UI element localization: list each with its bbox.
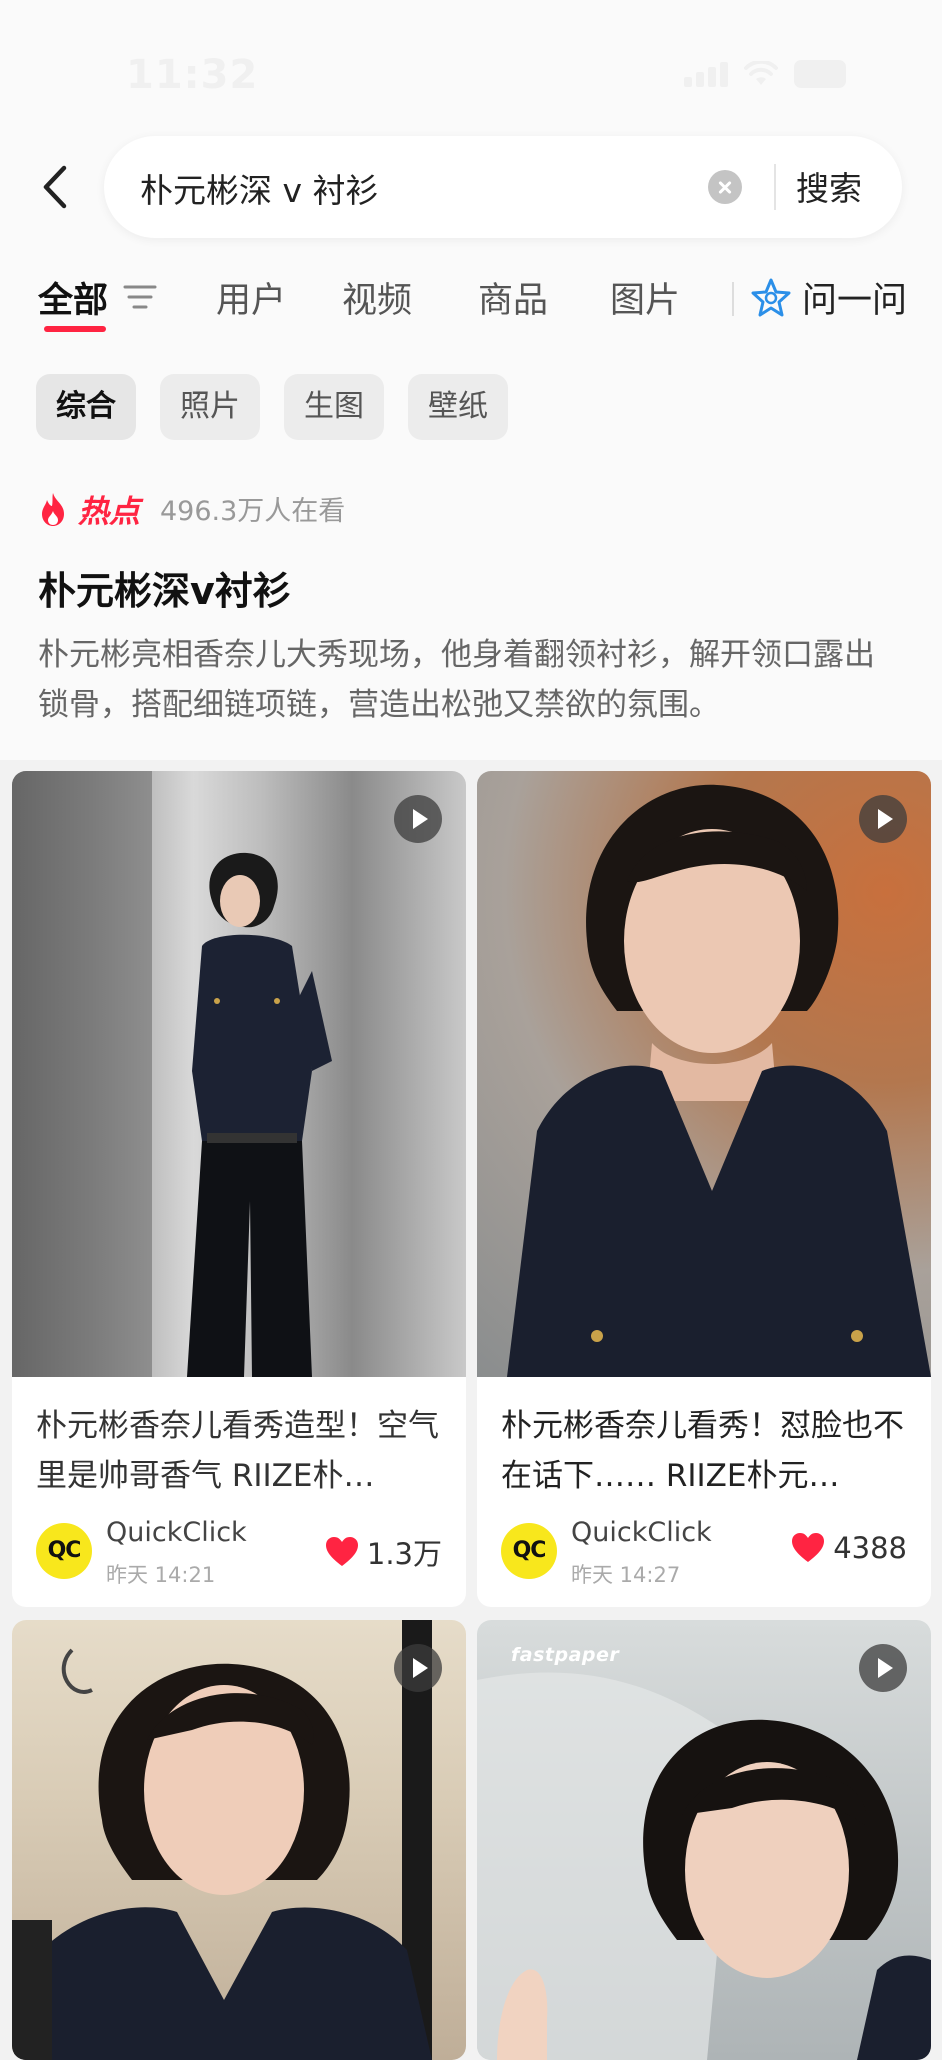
tab-all[interactable]: 全部 xyxy=(38,272,108,323)
card-image xyxy=(12,771,466,1377)
wifi-icon xyxy=(744,61,778,85)
card-image: fastpaper xyxy=(477,1620,931,2060)
heart-icon xyxy=(792,1533,825,1562)
play-icon xyxy=(859,795,907,843)
back-icon[interactable] xyxy=(34,162,78,212)
play-icon xyxy=(859,1644,907,1692)
status-icons xyxy=(684,60,846,88)
author-name[interactable]: QuickClick xyxy=(106,1517,247,1548)
signal-icon xyxy=(684,61,728,87)
post-time: 昨天 14:27 xyxy=(571,1563,681,1587)
hot-topic-header: 热点 496.3万人在看 xyxy=(38,486,345,531)
play-icon xyxy=(394,1644,442,1692)
search-input[interactable]: 朴元彬深 v 衬衫 搜索 xyxy=(104,136,902,238)
chip-generated[interactable]: 生图 xyxy=(284,374,384,440)
active-tab-indicator xyxy=(44,326,106,332)
search-query[interactable]: 朴元彬深 v 衬衫 xyxy=(140,164,379,212)
hot-viewers: 496.3万人在看 xyxy=(160,496,346,527)
card-title[interactable]: 朴元彬香奈儿看秀造型！空气里是帅哥香气 RIIZE朴… xyxy=(36,1401,446,1501)
chip-wallpaper[interactable]: 壁纸 xyxy=(408,374,508,440)
search-divider xyxy=(774,164,776,210)
tab-divider xyxy=(732,282,734,316)
battery-icon xyxy=(794,60,846,88)
play-icon xyxy=(394,795,442,843)
tab-bar: 全部 用户 视频 商品 图片 问一问 xyxy=(0,268,942,340)
person-photo xyxy=(507,784,931,1377)
filter-icon[interactable] xyxy=(122,282,158,312)
sparkle-star-icon xyxy=(751,278,791,316)
chip-photos[interactable]: 照片 xyxy=(160,374,260,440)
person-photo xyxy=(12,1620,432,2060)
clear-icon[interactable] xyxy=(708,170,742,204)
person-photo xyxy=(12,771,332,1377)
note-card-1[interactable]: 朴元彬香奈儿看秀造型！空气里是帅哥香气 RIIZE朴… QC QuickClic… xyxy=(12,771,466,1607)
card-image xyxy=(477,771,931,1377)
status-bar: 11:32 xyxy=(0,0,942,120)
search-row: 朴元彬深 v 衬衫 搜索 xyxy=(0,136,942,238)
filter-chips: 综合 照片 生图 壁纸 xyxy=(36,374,508,440)
search-button[interactable]: 搜索 xyxy=(796,162,862,210)
author-name[interactable]: QuickClick xyxy=(571,1517,712,1548)
note-card-4[interactable]: fastpaper xyxy=(477,1620,931,2060)
tab-users[interactable]: 用户 xyxy=(216,272,286,323)
avatar[interactable]: QC xyxy=(501,1523,557,1579)
like-count: 1.3万 xyxy=(366,1537,442,1571)
hot-topic-description: 朴元彬亮相香奈儿大秀现场，他身着翻领衬衫，解开领口露出锁骨，搭配细链项链，营造出… xyxy=(38,637,875,723)
tab-videos[interactable]: 视频 xyxy=(342,272,412,323)
note-card-3[interactable] xyxy=(12,1620,466,2060)
heart-icon xyxy=(325,1537,358,1566)
watermark: fastpaper xyxy=(511,1644,620,1666)
person-photo xyxy=(477,1672,931,2060)
card-title[interactable]: 朴元彬香奈儿看秀！怼脸也不在话下…… RIIZE朴元… xyxy=(501,1401,911,1501)
post-time: 昨天 14:21 xyxy=(106,1563,216,1587)
ask-button[interactable]: 问一问 xyxy=(750,272,907,323)
card-image xyxy=(12,1620,466,2060)
tab-products[interactable]: 商品 xyxy=(478,272,548,323)
note-card-2[interactable]: 朴元彬香奈儿看秀！怼脸也不在话下…… RIIZE朴元… QC QuickClic… xyxy=(477,771,931,1607)
tab-images[interactable]: 图片 xyxy=(610,272,680,323)
like-count: 4388 xyxy=(833,1531,907,1565)
like-button[interactable]: 1.3万 xyxy=(325,1531,442,1573)
hot-label: 热点 xyxy=(78,494,140,530)
flame-icon xyxy=(42,492,64,526)
status-time: 11:32 xyxy=(126,52,259,98)
ask-label: 问一问 xyxy=(802,281,908,321)
like-button[interactable]: 4388 xyxy=(791,1531,907,1565)
chip-comprehensive[interactable]: 综合 xyxy=(36,374,136,440)
hot-topic-title[interactable]: 朴元彬深v衬衫 xyxy=(38,560,291,615)
avatar[interactable]: QC xyxy=(36,1523,92,1579)
